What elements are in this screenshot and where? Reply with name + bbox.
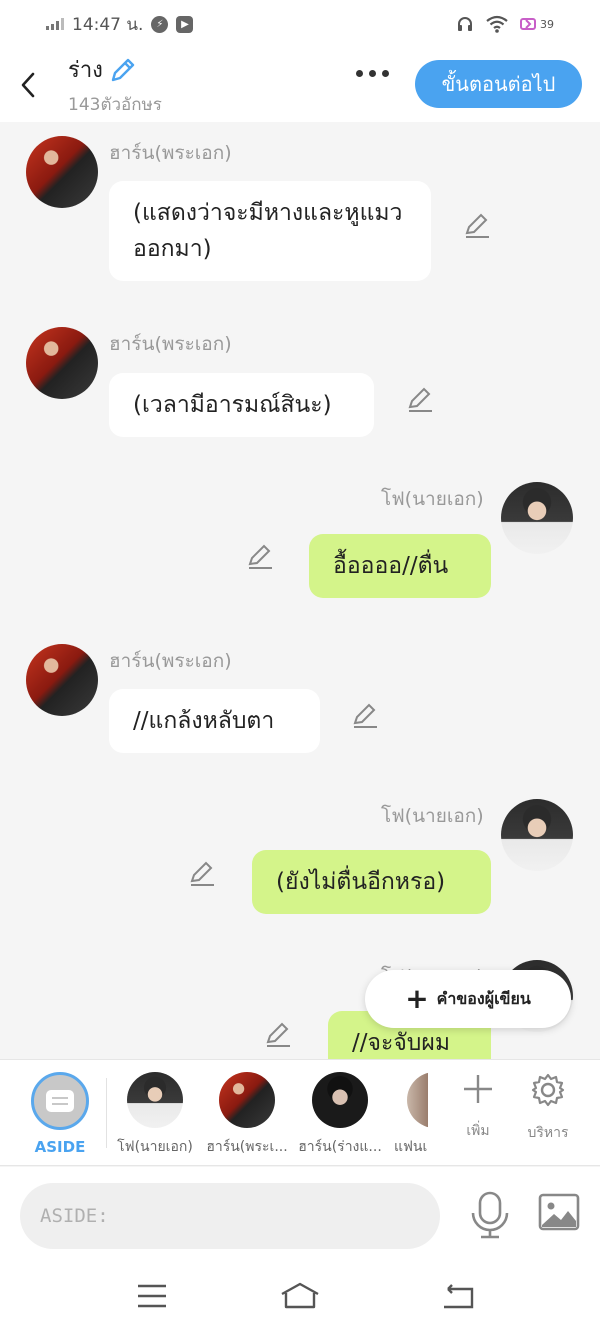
edit-icon[interactable]: [246, 542, 274, 570]
sender-name: โฟ(นายเอก): [381, 488, 484, 510]
character-item[interactable]: แฟนเ: [378, 1072, 428, 1158]
back-nav-icon[interactable]: [438, 1281, 478, 1311]
aside-icon: [31, 1072, 89, 1130]
input-bar: [0, 1167, 600, 1257]
add-character-button[interactable]: เพิ่ม: [443, 1072, 513, 1142]
battery-icon: 39: [520, 18, 554, 31]
back-arrow-icon: [21, 72, 35, 98]
battery-level: 39: [540, 17, 554, 31]
avatar: [219, 1072, 275, 1128]
avatar[interactable]: [26, 644, 98, 716]
message-bubble[interactable]: //แกล้งหลับตา: [109, 689, 320, 753]
character-label: ฮาร์น(ร่างแ...: [298, 1139, 382, 1155]
avatar: [127, 1072, 183, 1128]
avatar[interactable]: [501, 799, 573, 871]
status-time: 14:47 น.: [72, 14, 144, 35]
app-header: ร่าง 143ตัวอักษร ขั้นตอนต่อไป: [0, 48, 600, 122]
edit-icon[interactable]: [406, 385, 434, 413]
signal-icon: [46, 18, 64, 30]
message-bubble[interactable]: อื้ออออ//ตื่น: [309, 534, 491, 598]
author-note-button[interactable]: + คำของผู้เขียน: [365, 970, 571, 1028]
divider: [106, 1078, 107, 1148]
sender-name: โฟ(นายเอก): [381, 805, 484, 827]
message-bubble[interactable]: (ยังไม่ตื่นอีกหรอ): [252, 850, 491, 914]
status-bar: 14:47 น. ⚡ ▶ 39: [0, 0, 600, 48]
messenger-icon: ⚡: [151, 15, 169, 33]
avatar: [407, 1072, 428, 1128]
avatar[interactable]: [26, 327, 98, 399]
character-label: โฟ(นายเอก): [117, 1139, 193, 1155]
sender-name: ฮาร์น(พระเอก): [109, 333, 232, 355]
gear-icon: [531, 1073, 565, 1107]
plus-icon: +: [405, 982, 429, 1015]
system-nav-bar: [0, 1257, 600, 1333]
char-count: 143ตัวอักษร: [68, 95, 162, 115]
more-options-icon[interactable]: [356, 70, 389, 77]
microphone-icon[interactable]: [468, 1191, 512, 1239]
add-label: เพิ่ม: [466, 1123, 490, 1139]
image-icon[interactable]: [538, 1193, 580, 1231]
edit-icon[interactable]: [351, 701, 379, 729]
edit-icon[interactable]: [264, 1020, 292, 1048]
next-step-button[interactable]: ขั้นตอนต่อไป: [415, 60, 582, 108]
plus-icon: [464, 1075, 492, 1103]
avatar[interactable]: [26, 136, 98, 208]
character-label: ASIDE: [34, 1138, 86, 1156]
sender-name: ฮาร์น(พระเอก): [109, 650, 232, 672]
message-input[interactable]: [20, 1183, 440, 1249]
character-label: ฮาร์น(พระเ...: [206, 1139, 288, 1155]
character-item[interactable]: ฮาร์น(ร่างแ...: [295, 1072, 385, 1158]
chat-area[interactable]: ฮาร์น(พระเอก) (แสดงว่าจะมีหางและหูแมวออก…: [0, 122, 600, 1059]
edit-icon[interactable]: [188, 859, 216, 887]
manage-button[interactable]: บริหาร: [513, 1072, 583, 1144]
avatar[interactable]: [501, 482, 573, 554]
edit-icon[interactable]: [463, 211, 491, 239]
manage-label: บริหาร: [527, 1125, 569, 1141]
message-bubble[interactable]: (แสดงว่าจะมีหางและหูแมวออกมา): [109, 181, 431, 281]
home-icon[interactable]: [280, 1281, 320, 1311]
avatar: [312, 1072, 368, 1128]
headphones-icon: [458, 17, 472, 31]
back-button[interactable]: [0, 55, 56, 115]
author-note-label: คำของผู้เขียน: [436, 988, 531, 1008]
wifi-icon: [486, 15, 508, 33]
message-bubble[interactable]: (เวลามีอารมณ์สินะ): [109, 373, 374, 437]
recent-apps-icon[interactable]: [132, 1281, 172, 1311]
character-item[interactable]: โฟ(นายเอก): [110, 1072, 200, 1158]
page-title: ร่าง: [68, 58, 103, 83]
character-label: แฟนเ: [394, 1139, 428, 1155]
video-icon: ▶: [176, 15, 194, 33]
edit-title-icon[interactable]: [109, 56, 137, 84]
character-bar: ASIDE โฟ(นายเอก) ฮาร์น(พระเ... ฮาร์น(ร่า…: [0, 1059, 600, 1166]
sender-name: ฮาร์น(พระเอก): [109, 142, 232, 164]
character-item[interactable]: ฮาร์น(พระเ...: [202, 1072, 292, 1158]
character-aside[interactable]: ASIDE: [15, 1072, 105, 1156]
